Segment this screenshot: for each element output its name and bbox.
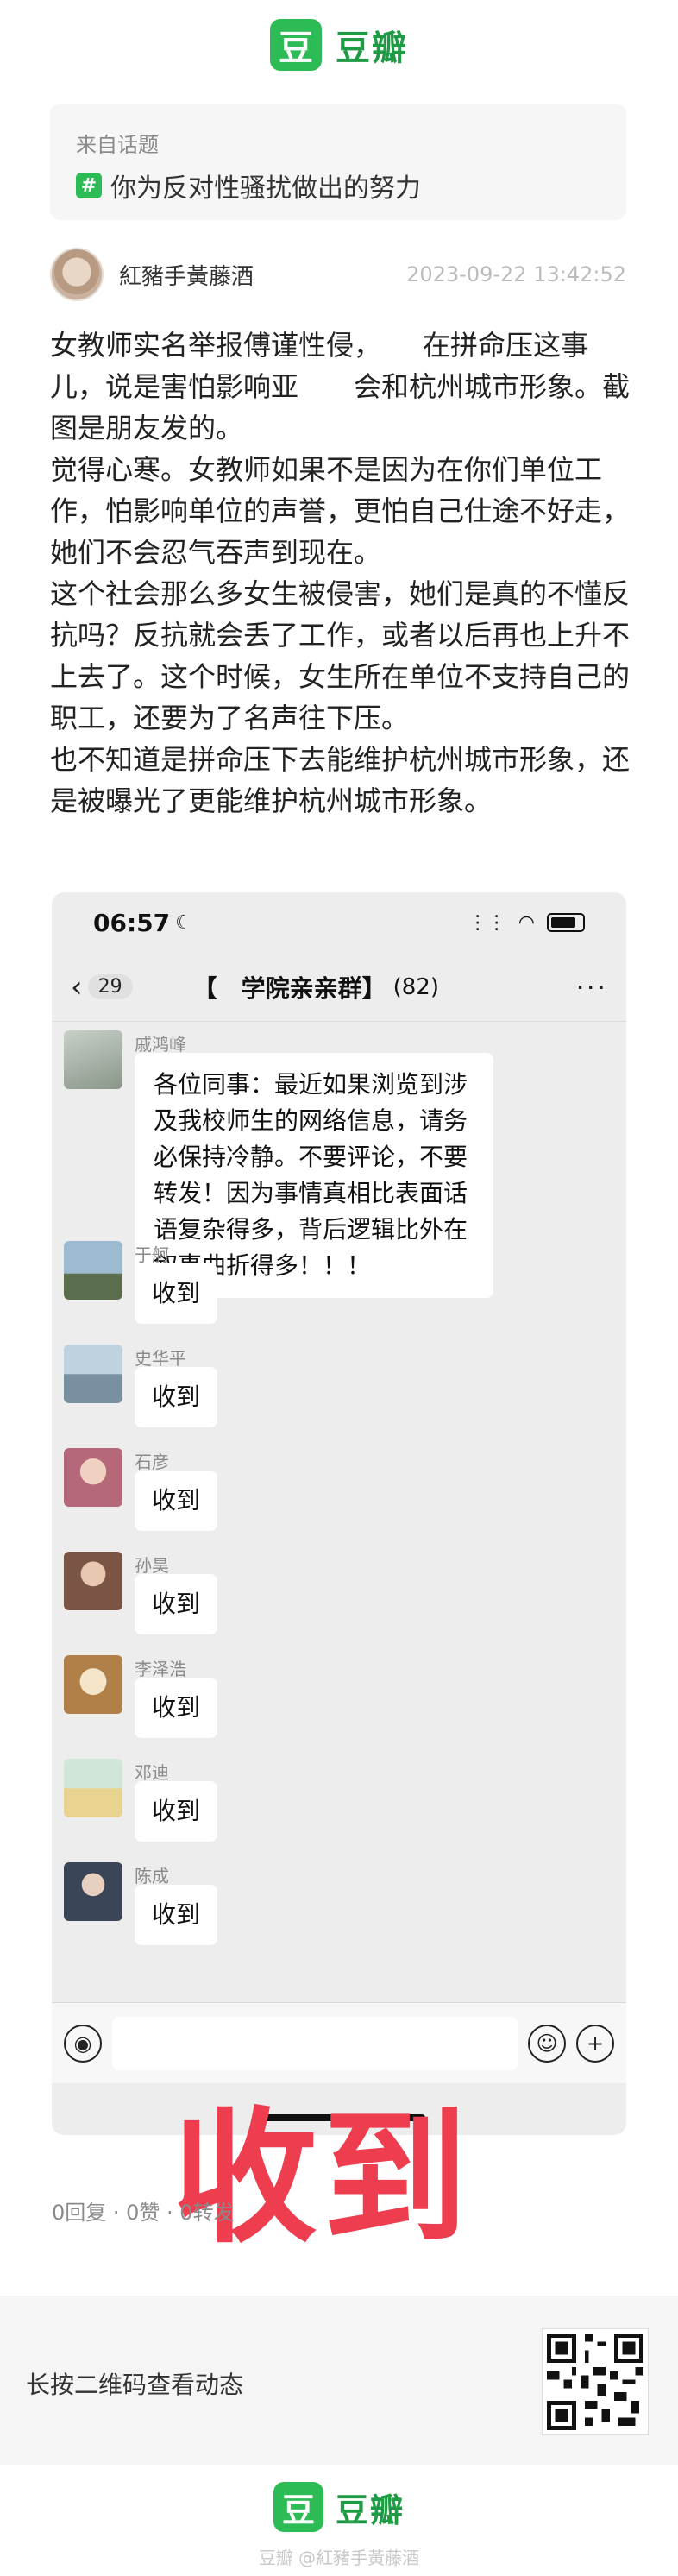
phone-status-bar: 06:57 ☾ ⋮⋮ ◠ [52,892,626,953]
post-time: 2023-09-22 13:42:52 [406,262,626,287]
post-paragraph: 觉得心寒。女教师如果不是因为在你们单位工作，怕影响单位的声誉，更怕自己仕途不好走… [50,453,631,569]
sender-name: 戚鸿峰 [135,1034,186,1055]
douban-footer-logo: 豆 豆瓣 [0,2482,678,2532]
overlay-caption: 收到 [173,2094,473,2263]
sender-avatar[interactable] [64,1345,122,1403]
post-stats: 0回复 · 0赞 · 0转发 [52,2201,235,2225]
emoji-icon[interactable]: ☺ [528,2024,566,2063]
wifi-icon: ◠ [518,911,535,934]
plus-icon[interactable]: + [576,2024,614,2063]
post-body: 女教师实名举报傅谨性侵， 在拼命压这事儿，说是害怕影响亚 会和杭州城市形象。截图… [50,324,630,822]
message-bubble[interactable]: 收到 [135,1263,218,1324]
qr-share-section: 长按二维码查看动态 [0,2296,678,2465]
watermark: 豆瓣 @紅豬手黃藤酒 [258,2548,420,2568]
hashtag-icon: # [76,173,102,198]
post-paragraph: 这个社会那么多女生被侵害，她们是真的不懂反抗吗？反抗就会丢了工作，或者以后再也上… [50,577,631,734]
sender-avatar[interactable] [64,1759,122,1817]
sender-name: 陈成 [135,1866,169,1886]
embedded-chat-screenshot: 06:57 ☾ ⋮⋮ ◠ ‹ 29 【 学院亲亲群】 (82) ··· 戚鸿峰 … [52,892,626,2135]
sender-avatar[interactable] [64,1655,122,1714]
more-options-icon[interactable]: ··· [575,971,607,1004]
douban-logo-icon: 豆 [270,19,322,71]
qr-label: 长按二维码查看动态 [26,2371,244,2399]
author-name[interactable]: 紅豬手黃藤酒 [119,259,254,291]
douban-brand-name: 豆瓣 [335,2491,405,2529]
sender-avatar[interactable] [64,1552,122,1610]
message-bubble[interactable]: 收到 [135,1471,218,1531]
sender-avatar[interactable] [64,1241,122,1300]
chat-message: 李泽浩 收到 [64,1655,218,1738]
voice-input-icon[interactable]: ◉ [64,2024,102,2063]
sender-name: 李泽浩 [135,1659,186,1679]
douban-header-logo: 豆 豆瓣 [0,19,678,71]
group-chat-title: 【 学院亲亲群】 [192,973,386,1003]
topic-card[interactable]: 来自话题 # 你为反对性骚扰做出的努力 [50,104,626,220]
author-avatar[interactable] [50,248,104,301]
message-bubble[interactable]: 收到 [135,1885,218,1945]
sender-name: 史华平 [135,1348,186,1369]
status-icons: ⋮⋮ ◠ [468,912,585,934]
chat-header: ‹ 29 【 学院亲亲群】 (82) ··· [52,953,626,1022]
back-chevron-icon[interactable]: ‹ [71,970,83,1005]
signal-icon: ⋮⋮ [468,911,506,934]
chat-message: 邓迪 收到 [64,1759,218,1842]
sender-name: 石彦 [135,1452,169,1472]
chat-message: 孙昊 收到 [64,1552,218,1634]
douban-logo-icon: 豆 [273,2482,323,2532]
sender-avatar[interactable] [64,1030,122,1089]
author-row: 紅豬手黃藤酒 2023-09-22 13:42:52 [50,247,626,302]
qr-code-icon[interactable] [542,2328,649,2435]
douban-brand-name: 豆瓣 [336,28,408,68]
message-bubble[interactable]: 收到 [135,1574,218,1634]
topic-title[interactable]: 你为反对性骚扰做出的努力 [110,167,421,205]
group-member-count: (82) [392,973,439,1000]
post-paragraph: 也不知道是拼命压下去能维护杭州城市形象，还是被曝光了更能维护杭州城市形象。 [50,743,631,817]
battery-icon [547,913,585,932]
topic-from-label: 来自话题 [76,133,159,157]
message-bubble[interactable]: 收到 [135,1678,218,1738]
topic-title-row[interactable]: # 你为反对性骚扰做出的努力 [76,167,600,205]
chat-message: 陈成 收到 [64,1862,218,1945]
sender-avatar[interactable] [64,1862,122,1921]
message-bubble[interactable]: 收到 [135,1781,218,1842]
chat-message: 石彦 收到 [64,1448,218,1531]
message-bubble[interactable]: 收到 [135,1367,218,1427]
unread-count-badge[interactable]: 29 [87,974,133,999]
sender-avatar[interactable] [64,1448,122,1507]
sender-name: 孙昊 [135,1555,169,1576]
sender-name: 邓迪 [135,1762,169,1783]
chat-message: 于舸 收到 [64,1241,218,1324]
sender-name: 于舸 [135,1244,169,1265]
moon-icon: ☾ [175,911,192,934]
status-time: 06:57 [93,908,171,937]
chat-message: 史华平 收到 [64,1345,218,1427]
post-paragraph: 女教师实名举报傅谨性侵， 在拼命压这事儿，说是害怕影响亚 会和杭州城市形象。截图… [50,329,631,444]
